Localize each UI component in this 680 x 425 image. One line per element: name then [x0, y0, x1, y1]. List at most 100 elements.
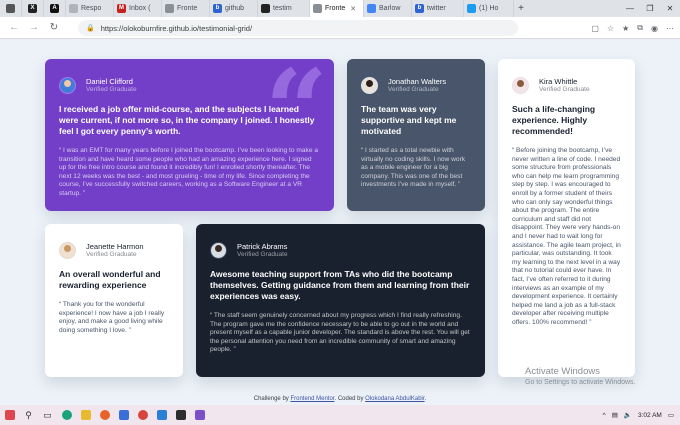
start-button[interactable] — [0, 405, 19, 425]
avatar — [512, 77, 529, 94]
watermark-subtitle: Go to Settings to activate Windows. — [525, 379, 636, 386]
b-icon: b — [213, 4, 222, 13]
terminal-icon[interactable] — [171, 405, 190, 425]
google-fonts-icon — [367, 4, 376, 13]
avatar — [361, 77, 378, 94]
twitter-icon — [467, 4, 476, 13]
tab-barlow[interactable]: Barlow — [364, 0, 412, 17]
avatar — [210, 242, 227, 259]
clock-time[interactable]: 3:02 AM — [638, 412, 662, 419]
tab-github[interactable]: b github — [210, 0, 258, 17]
more-menu-icon[interactable]: ⋯ — [666, 24, 674, 33]
profile-icon[interactable]: ◉ — [651, 24, 658, 33]
chrome-icon[interactable] — [133, 405, 152, 425]
maximize-icon[interactable]: ❐ — [640, 0, 660, 17]
windows-taskbar: ⚲ ▭ ^ ▤ 🔈 3:02 AM ▭ — [0, 405, 680, 425]
avatar — [59, 242, 76, 259]
search-icon[interactable]: ⚲ — [19, 405, 38, 425]
frontend-mentor-link[interactable]: Frontend Mentor — [290, 396, 334, 402]
chrome-logo — [137, 410, 148, 420]
tab-home[interactable]: (1) Ho — [464, 0, 514, 17]
window-controls: — ❐ ✕ — [620, 0, 680, 17]
x-icon: X — [28, 4, 37, 13]
chevron-up-icon[interactable]: ^ — [603, 412, 606, 419]
minimize-icon[interactable]: — — [620, 0, 640, 17]
person-info: Kira Whittle Verified Graduate — [512, 77, 621, 94]
testimonial-headline: An overall wonderful and rewarding exper… — [59, 269, 161, 290]
testimonial-card-kira: Kira Whittle Verified Graduate Such a li… — [498, 59, 635, 377]
vscode-icon[interactable] — [152, 405, 171, 425]
tab-fronte-active[interactable]: Fronte ✕ — [310, 0, 364, 17]
refresh-icon[interactable]: ↻ — [44, 17, 64, 39]
author-link[interactable]: Olokodana AbdulKabir — [365, 396, 424, 402]
tab-fronte-1[interactable]: Fronte — [162, 0, 210, 17]
address-bar[interactable]: 🔒 https://olokoburnfire.github.io/testim… — [78, 20, 518, 36]
mail-icon: M — [117, 4, 126, 13]
store-logo — [118, 410, 129, 420]
toolbar-actions: ▢ ☆ ★ ⧉ ◉ ⋯ — [591, 20, 674, 36]
tab-label: Inbox ( — [129, 5, 151, 12]
volume-icon[interactable]: 🔈 — [624, 411, 632, 419]
tab-label: Fronte — [325, 5, 346, 12]
task-view-icon[interactable]: ▭ — [38, 405, 57, 425]
tab-label: github — [225, 5, 245, 12]
testimonial-card-jonathan: Jonathan Walters Verified Graduate The t… — [347, 59, 485, 211]
favorites-icon[interactable]: ★ — [622, 24, 629, 33]
firefox-icon[interactable] — [95, 405, 114, 425]
tab-inbox[interactable]: M Inbox ( — [114, 0, 162, 17]
person-role: Verified Graduate — [237, 251, 288, 258]
attribution-suffix: . — [424, 396, 427, 402]
testimonial-body: “ Thank you for the wonderful experience… — [59, 301, 165, 334]
file-explorer-icon[interactable] — [76, 405, 95, 425]
tab-a[interactable]: A — [44, 0, 66, 17]
tab-label: Barlow — [379, 5, 401, 12]
edge-logo — [61, 410, 72, 420]
edge-icon[interactable] — [57, 405, 76, 425]
tab-grid[interactable] — [0, 0, 22, 17]
testimonial-card-daniel: “ Daniel Clifford Verified Graduate I re… — [45, 59, 334, 211]
store-icon[interactable] — [114, 405, 133, 425]
globe-icon — [313, 4, 322, 13]
testimonial-card-jeanette: Jeanette Harmon Verified Graduate An ove… — [45, 224, 183, 377]
watermark-title: Activate Windows — [525, 366, 600, 377]
terminal-logo — [175, 410, 186, 420]
attribution: Challenge by Frontend Mentor. Coded by O… — [0, 396, 680, 402]
github-icon — [261, 4, 270, 13]
activate-windows-watermark: Activate Windows Go to Settings to activ… — [525, 366, 636, 388]
tab-label: (1) Ho — [479, 5, 499, 12]
notification-icon[interactable]: ▭ — [668, 411, 674, 419]
person-role: Verified Graduate — [539, 86, 590, 93]
tab-testim[interactable]: testim — [258, 0, 310, 17]
tab-twitter[interactable]: b twitter — [412, 0, 464, 17]
testimonial-body: “ Before joining the bootcamp, I’ve neve… — [512, 147, 621, 326]
browser-toolbar: ← → ↻ 🔒 https://olokoburnfire.github.io/… — [0, 17, 680, 39]
b-icon: b — [415, 4, 424, 13]
lock-icon: 🔒 — [86, 25, 95, 32]
person-info: Jonathan Walters Verified Graduate — [361, 77, 471, 94]
favorite-star-icon[interactable]: ☆ — [607, 24, 614, 33]
person-name: Kira Whittle — [539, 77, 578, 86]
testimonial-body: “ I started as a total newbie with virtu… — [361, 147, 466, 189]
tab-respo[interactable]: Respo — [66, 0, 114, 17]
new-tab-button[interactable]: + — [514, 0, 528, 17]
close-window-icon[interactable]: ✕ — [660, 0, 680, 17]
app-icon[interactable] — [190, 405, 209, 425]
reader-icon[interactable]: ▢ — [591, 24, 599, 33]
forward-icon[interactable]: → — [24, 17, 44, 39]
attribution-prefix: Challenge by — [253, 396, 291, 402]
collections-icon[interactable]: ⧉ — [637, 23, 643, 33]
testimonial-headline: Such a life-changing experience. Highly … — [512, 104, 596, 136]
tab-label: Respo — [81, 5, 102, 12]
network-icon[interactable]: ▤ — [612, 411, 618, 419]
avatar — [59, 77, 76, 94]
person-info: Jeanette Harmon Verified Graduate — [59, 242, 169, 259]
tab-label: Fronte — [177, 5, 198, 12]
close-tab-icon[interactable]: ✕ — [350, 5, 356, 13]
vscode-logo — [156, 410, 167, 420]
testimonial-headline: Awesome teaching support from TAs who di… — [210, 269, 470, 301]
app-logo — [194, 410, 205, 420]
person-role: Verified Graduate — [388, 86, 439, 93]
person-role: Verified Graduate — [86, 251, 137, 258]
tab-x[interactable]: X — [22, 0, 44, 17]
back-icon[interactable]: ← — [4, 17, 24, 39]
